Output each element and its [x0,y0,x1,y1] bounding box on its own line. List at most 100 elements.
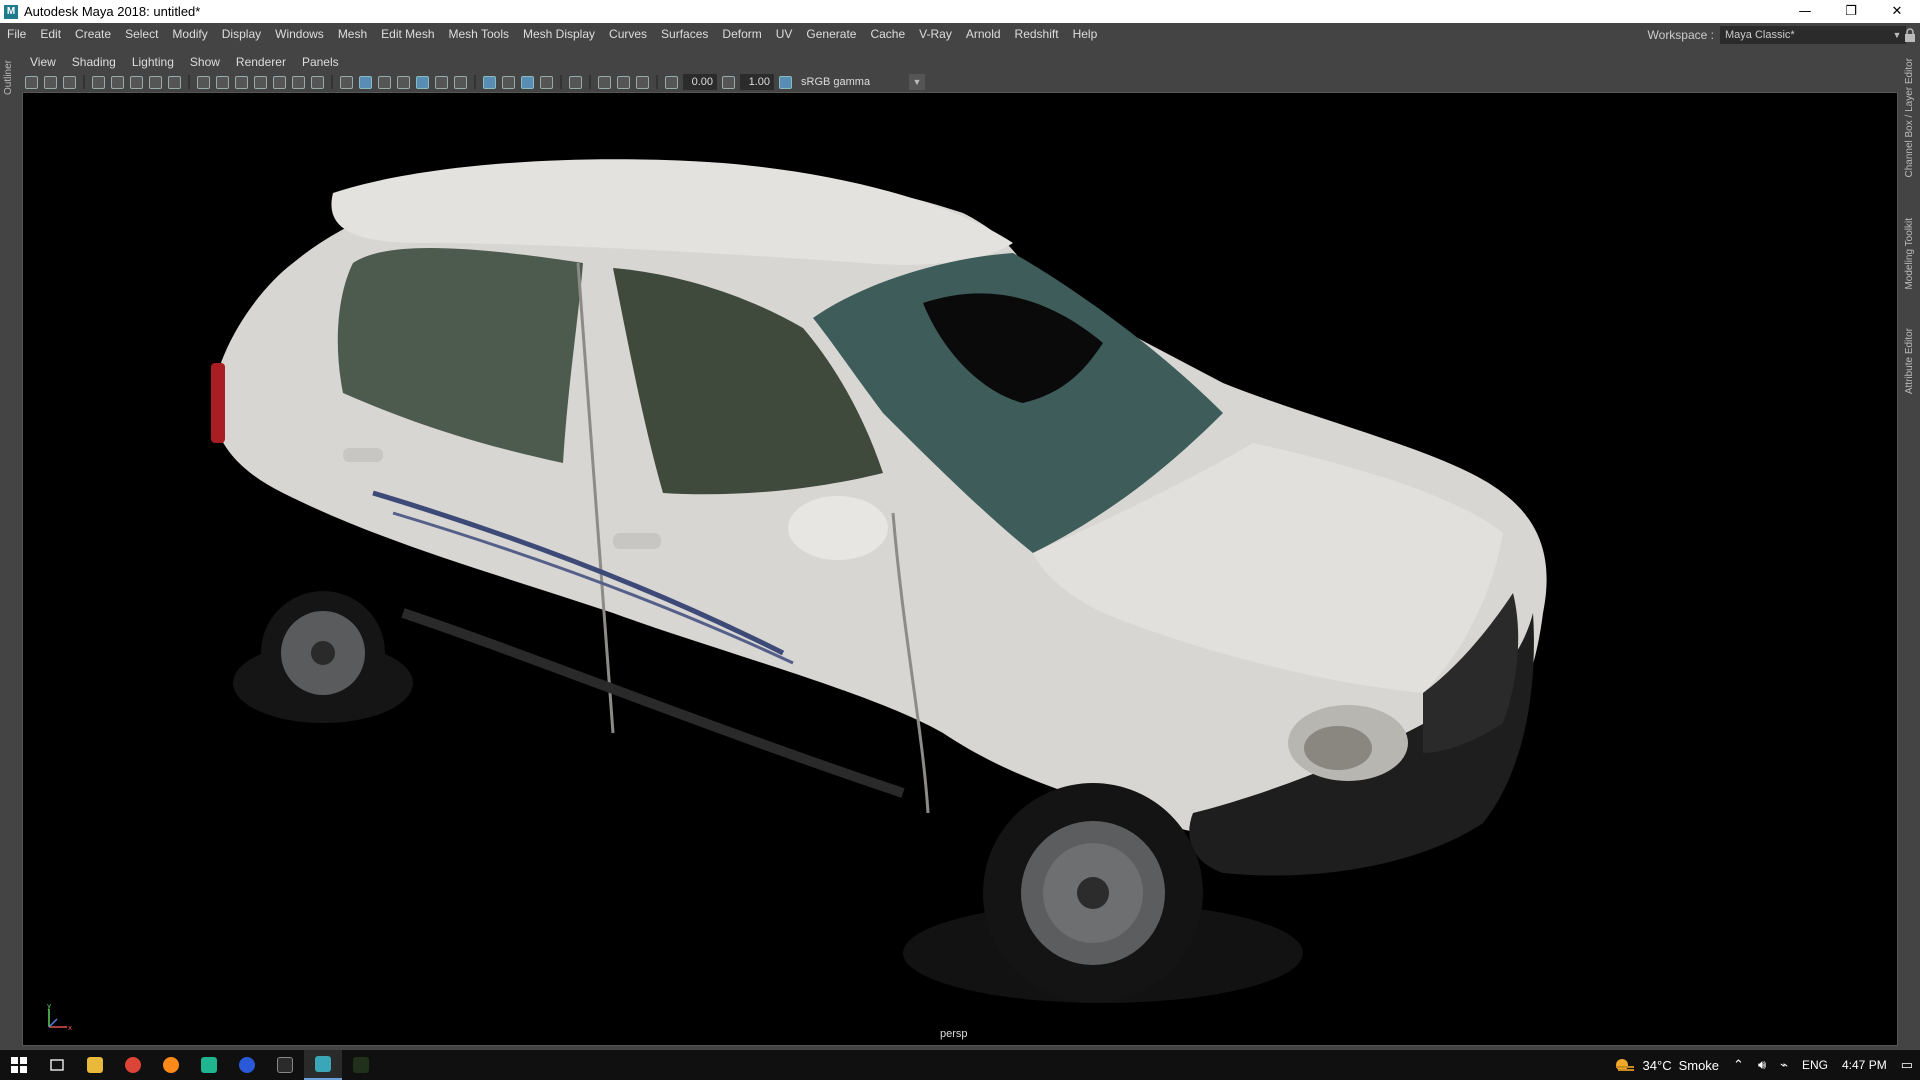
bookmark-icon[interactable] [63,75,76,89]
menu-generate[interactable]: Generate [799,27,863,41]
gate-mask-icon[interactable] [254,75,267,89]
taskbar-chrome[interactable] [114,1050,152,1080]
menu-modify[interactable]: Modify [165,27,214,41]
safe-title-icon[interactable] [311,75,324,89]
select-camera-icon[interactable] [25,75,38,89]
pen-icon[interactable] [168,75,181,89]
xray-icon[interactable] [598,75,611,89]
screen-space-ao-icon[interactable] [483,75,496,89]
safe-action-icon[interactable] [292,75,305,89]
menu-display[interactable]: Display [215,27,268,41]
menu-arnold[interactable]: Arnold [959,27,1008,41]
taskbar-file-explorer[interactable] [76,1050,114,1080]
panel-menu-view[interactable]: View [22,55,64,69]
weather-temp[interactable]: 34°C [1636,1058,1679,1073]
right-side-strip: Channel Box / Layer Editor Modeling Tool… [1900,48,1920,1048]
menu-vray[interactable]: V-Ray [912,27,959,41]
xray-joints-icon[interactable] [636,75,649,89]
toolbar-divider [656,75,658,89]
menu-file[interactable]: File [0,27,33,41]
xray-active-icon[interactable] [617,75,630,89]
default-material-icon[interactable] [378,75,391,89]
car-mesh-model[interactable] [23,93,1898,1046]
windows-logo-icon [11,1057,27,1073]
outliner-tab[interactable]: Outliner [3,60,14,95]
weather-desc[interactable]: Smoke [1679,1058,1726,1073]
gamma-icon[interactable] [722,75,735,89]
panel-menu-shading[interactable]: Shading [64,55,124,69]
minimize-button[interactable]: — [1782,0,1828,23]
attribute-editor-tab[interactable]: Attribute Editor [1904,328,1915,394]
weather-icon[interactable] [1614,1057,1636,1073]
taskbar-substance[interactable] [342,1050,380,1080]
color-management-icon[interactable] [779,75,792,89]
resolution-gate-icon[interactable] [235,75,248,89]
lock-icon[interactable] [1904,28,1916,42]
multisample-aa-icon[interactable] [521,75,534,89]
toolbar-divider [589,75,591,89]
chevron-up-icon[interactable]: ⌃ [1726,1057,1751,1073]
perspective-viewport[interactable]: y x persp [22,92,1898,1046]
taskbar-app-blue[interactable] [228,1050,266,1080]
taskbar-maya[interactable] [304,1050,342,1080]
task-view-button[interactable] [38,1050,76,1080]
grease-pencil-icon[interactable] [149,75,162,89]
menu-curves[interactable]: Curves [602,27,654,41]
menu-windows[interactable]: Windows [268,27,331,41]
start-button[interactable] [0,1050,38,1080]
channel-box-tab[interactable]: Channel Box / Layer Editor [1904,58,1915,178]
workspace-dropdown[interactable]: Maya Classic* ▼ [1720,26,1906,44]
shadows-icon[interactable] [454,75,467,89]
wireframe-icon[interactable] [340,75,353,89]
smooth-shade-icon[interactable] [359,75,372,89]
toolbar-divider [331,75,333,89]
panel-menu-renderer[interactable]: Renderer [228,55,294,69]
menu-deform[interactable]: Deform [715,27,768,41]
grid-icon[interactable] [197,75,210,89]
isolate-select-icon[interactable] [569,75,582,89]
menu-uv[interactable]: UV [769,27,800,41]
field-chart-icon[interactable] [273,75,286,89]
language-indicator[interactable]: ENG [1795,1058,1835,1072]
image-plane-icon[interactable] [92,75,105,89]
menu-help[interactable]: Help [1066,27,1105,41]
menu-create[interactable]: Create [68,27,118,41]
menu-mesh[interactable]: Mesh [331,27,374,41]
view-transform-dropdown[interactable]: sRGB gamma ▼ [797,74,925,90]
exposure-field[interactable]: 0.00 [683,74,717,90]
textured-icon[interactable] [416,75,429,89]
two-d-pan-icon[interactable] [130,75,143,89]
camera-attributes-icon[interactable] [44,75,57,89]
workspace-selector: Workspace : Maya Classic* ▼ [1648,26,1906,44]
gamma-field[interactable]: 1.00 [740,74,774,90]
wireframe-on-shaded-icon[interactable] [397,75,410,89]
menu-mesh-display[interactable]: Mesh Display [516,27,602,41]
taskbar-firefox[interactable] [152,1050,190,1080]
depth-of-field-icon[interactable] [540,75,553,89]
taskbar-epic[interactable] [266,1050,304,1080]
panel-menu-panels[interactable]: Panels [294,55,347,69]
menu-edit-mesh[interactable]: Edit Mesh [374,27,441,41]
film-gate-icon[interactable] [216,75,229,89]
notification-icon[interactable]: ▭ [1894,1057,1920,1073]
clock[interactable]: 4:47 PM [1835,1058,1894,1072]
close-button[interactable]: ✕ [1874,0,1920,23]
menu-mesh-tools[interactable]: Mesh Tools [442,27,516,41]
menu-edit[interactable]: Edit [33,27,68,41]
menu-cache[interactable]: Cache [863,27,912,41]
motion-blur-icon[interactable] [502,75,515,89]
panel-menu-show[interactable]: Show [182,55,228,69]
exposure-icon[interactable] [665,75,678,89]
restore-button[interactable]: ❐ [1828,0,1874,23]
menu-select[interactable]: Select [118,27,165,41]
taskbar-app-green[interactable] [190,1050,228,1080]
menu-surfaces[interactable]: Surfaces [654,27,715,41]
lock-camera-icon[interactable] [111,75,124,89]
volume-icon[interactable]: 🔊︎ [1751,1057,1773,1073]
panel-menu-lighting[interactable]: Lighting [124,55,182,69]
menu-redshift[interactable]: Redshift [1008,27,1066,41]
modeling-toolkit-tab[interactable]: Modeling Toolkit [1904,218,1915,290]
network-icon[interactable]: ⌁ [1773,1057,1795,1073]
use-all-lights-icon[interactable] [435,75,448,89]
toolbar-divider [560,75,562,89]
